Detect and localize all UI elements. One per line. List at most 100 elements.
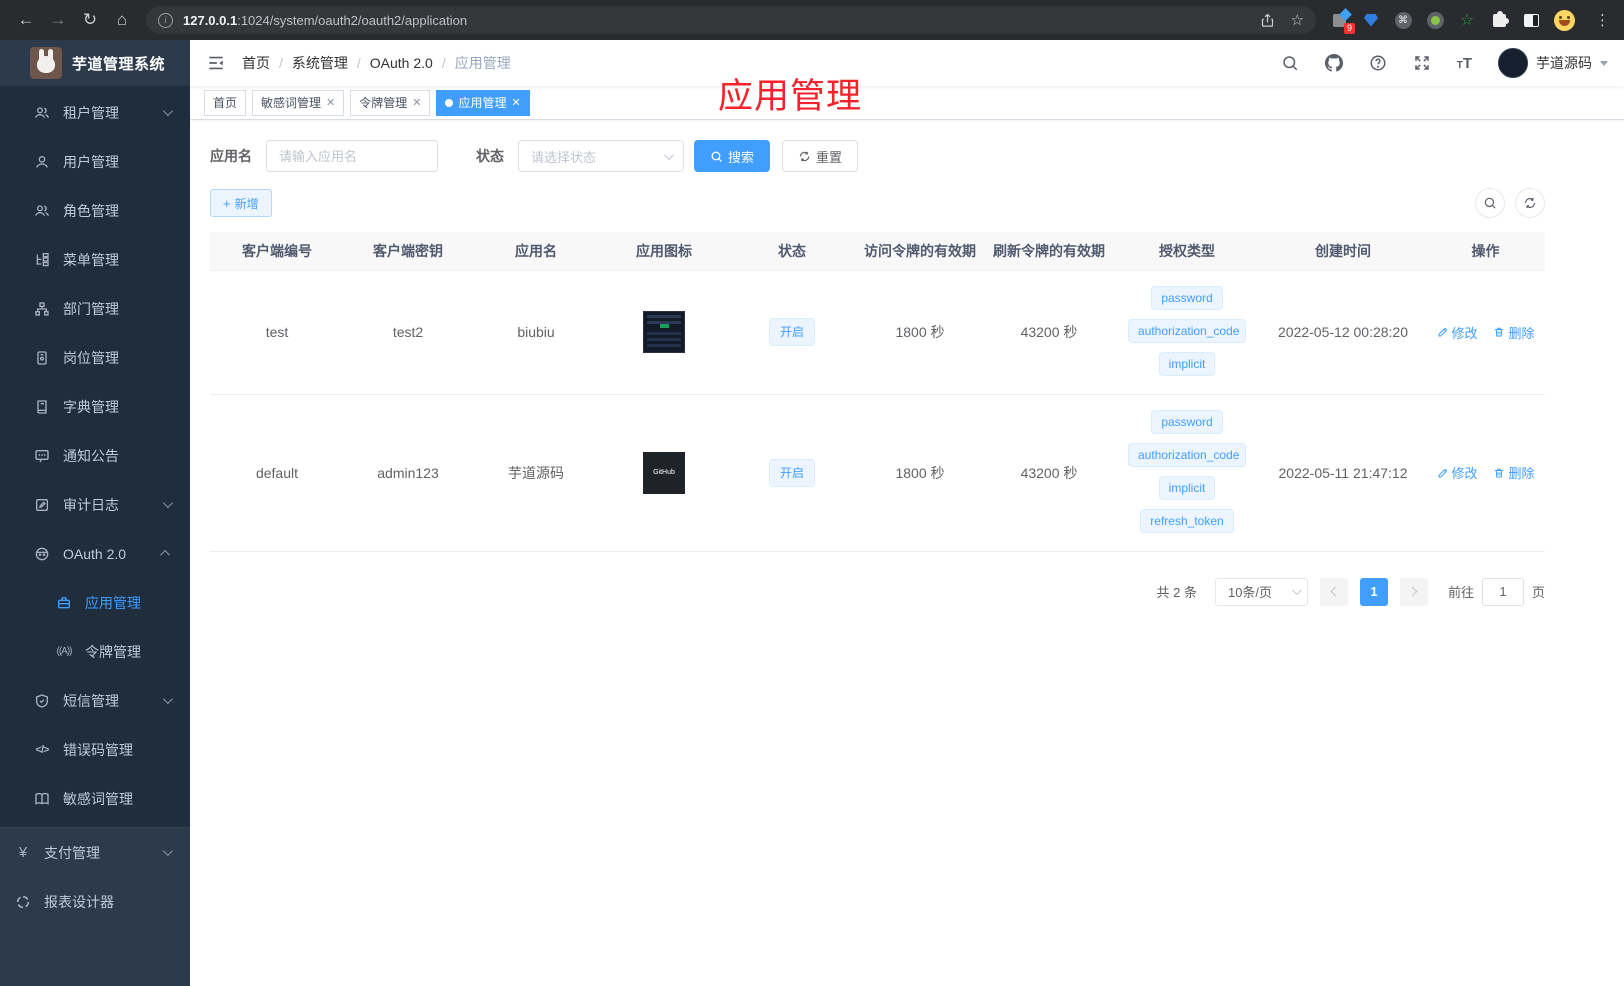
- help-icon[interactable]: [1369, 54, 1387, 72]
- delete-button[interactable]: 删除: [1493, 323, 1534, 342]
- goto-page-input[interactable]: [1481, 577, 1524, 606]
- browser-menu-icon[interactable]: ⋮: [1595, 11, 1610, 29]
- chevron-down-icon: [1291, 585, 1302, 596]
- fullscreen-icon[interactable]: [1413, 54, 1431, 72]
- tab-home[interactable]: 首页: [204, 89, 247, 116]
- close-icon[interactable]: ✕: [512, 96, 521, 109]
- url-path: :1024/system/oauth2/oauth2/application: [237, 12, 468, 28]
- sidebar-item-notice[interactable]: 通知公告: [0, 431, 190, 480]
- address-bar[interactable]: i 127.0.0.1 :1024/system/oauth2/oauth2/a…: [146, 6, 1316, 34]
- browser-reload-button[interactable]: ↻: [74, 4, 106, 36]
- sidebar-item-post[interactable]: 岗位管理: [0, 333, 190, 382]
- tab-application[interactable]: 应用管理 ✕: [436, 89, 530, 116]
- add-button[interactable]: + 新增: [210, 189, 272, 217]
- user-avatar: [1498, 48, 1528, 78]
- app-logo[interactable]: 芋道管理系统: [0, 40, 190, 86]
- search-button[interactable]: 搜索: [694, 140, 771, 172]
- chevron-down-icon: [162, 846, 173, 857]
- grant-tag: refresh_token: [1140, 508, 1234, 533]
- filter-form: 应用名 状态 请选择状态 搜索 重置: [210, 140, 1545, 172]
- tab-token[interactable]: 令牌管理 ✕: [350, 89, 431, 116]
- site-info-icon[interactable]: i: [158, 12, 173, 28]
- prev-page-button[interactable]: [1319, 577, 1348, 606]
- extensions-puzzle-icon[interactable]: [1490, 10, 1509, 29]
- table-row: test test2 biubiu 开启 1800 秒 43200 秒 pass…: [210, 270, 1545, 395]
- header-search-icon[interactable]: [1281, 54, 1299, 72]
- browser-forward-button[interactable]: →: [42, 4, 74, 36]
- logo-rabbit-image: [30, 47, 62, 79]
- sidebar-item-sensitive-word[interactable]: 敏感词管理: [0, 774, 190, 823]
- page-content: 应用名 状态 请选择状态 搜索 重置: [190, 120, 1624, 986]
- status-label: 状态: [476, 148, 504, 164]
- sidebar-item-oauth-application[interactable]: 应用管理: [0, 578, 190, 627]
- breadcrumb-system[interactable]: 系统管理: [292, 53, 348, 73]
- extension-record-icon[interactable]: [1426, 11, 1444, 29]
- next-page-button[interactable]: [1399, 577, 1428, 606]
- sidebar-item-role[interactable]: 角色管理: [0, 186, 190, 235]
- sidebar-item-oauth[interactable]: OAuth 2.0: [0, 529, 190, 578]
- bookmark-star-icon[interactable]: ☆: [1291, 11, 1304, 29]
- browser-home-button[interactable]: ⌂: [106, 4, 138, 36]
- refresh-icon: [1525, 198, 1535, 208]
- trash-icon: [1495, 468, 1504, 477]
- breadcrumb-home[interactable]: 首页: [242, 53, 270, 73]
- sidebar-item-oauth-token[interactable]: ((A)) 令牌管理: [0, 627, 190, 676]
- org-tree-icon: [33, 301, 51, 317]
- share-icon[interactable]: [1260, 13, 1275, 28]
- collapse-sidebar-icon[interactable]: [206, 53, 226, 73]
- delete-button[interactable]: 删除: [1493, 463, 1534, 482]
- browser-back-button[interactable]: ←: [10, 4, 42, 36]
- pay-yen-icon: ¥: [18, 844, 28, 861]
- extension-star-icon[interactable]: ☆: [1458, 11, 1476, 29]
- toggle-search-button[interactable]: [1475, 188, 1505, 218]
- github-icon[interactable]: [1324, 54, 1343, 72]
- side-panel-icon[interactable]: [1522, 11, 1540, 29]
- sidebar-item-pay[interactable]: ¥ 支付管理: [0, 828, 190, 877]
- col-client-id: 客户端编号: [210, 232, 344, 271]
- edit-button[interactable]: 修改: [1437, 323, 1478, 342]
- chevron-down-icon: [162, 106, 173, 117]
- app-briefcase-icon: [55, 595, 73, 611]
- close-icon[interactable]: ✕: [326, 96, 335, 109]
- page-size-select[interactable]: 10条/页: [1214, 577, 1308, 606]
- plus-icon: +: [223, 195, 231, 211]
- app-title: 芋道管理系统: [72, 55, 166, 73]
- close-icon[interactable]: ✕: [412, 96, 421, 109]
- sidebar-item-dict[interactable]: 字典管理: [0, 382, 190, 431]
- extension-gem-icon[interactable]: [1362, 11, 1380, 29]
- report-designer-icon: [14, 894, 32, 910]
- sidebar-item-user[interactable]: 用户管理: [0, 137, 190, 186]
- font-size-icon[interactable]: TT: [1457, 55, 1472, 72]
- chevron-down-icon: [162, 498, 173, 509]
- sidebar-item-menu[interactable]: 菜单管理: [0, 235, 190, 284]
- sidebar-item-error-code[interactable]: </> 错误码管理: [0, 725, 190, 774]
- tab-sensitive-word[interactable]: 敏感词管理 ✕: [252, 89, 345, 116]
- chevron-down-icon: [162, 694, 173, 705]
- extensions-row: 9 ⌘ ☆ ⋮: [1330, 9, 1610, 34]
- reset-button[interactable]: 重置: [782, 140, 859, 172]
- edit-button[interactable]: 修改: [1437, 463, 1478, 482]
- app-name-input[interactable]: [266, 140, 438, 172]
- token-icon: ((A)): [56, 646, 73, 657]
- users-icon: [33, 105, 51, 121]
- breadcrumb-oauth[interactable]: OAuth 2.0: [370, 55, 433, 71]
- status-badge: 开启: [768, 318, 815, 346]
- page-number-1[interactable]: 1: [1359, 577, 1388, 606]
- user-name: 芋道源码: [1536, 55, 1592, 71]
- role-users-icon: [33, 203, 51, 219]
- sidebar-item-report-designer[interactable]: 报表设计器: [0, 877, 190, 926]
- user-menu[interactable]: 芋道源码: [1498, 48, 1608, 78]
- extension-command-icon[interactable]: ⌘: [1394, 11, 1412, 29]
- sidebar-item-dept[interactable]: 部门管理: [0, 284, 190, 333]
- sidebar-item-sms[interactable]: 短信管理: [0, 676, 190, 725]
- extension-grid-icon[interactable]: 9: [1330, 11, 1355, 34]
- grant-tag: authorization_code: [1128, 318, 1246, 343]
- status-select[interactable]: 请选择状态: [518, 140, 684, 172]
- browser-profile-avatar[interactable]: [1554, 9, 1575, 31]
- sidebar-item-audit-log[interactable]: 审计日志: [0, 480, 190, 529]
- breadcrumb: 首页 / 系统管理 / OAuth 2.0 / 应用管理: [242, 53, 511, 73]
- app-icon-image: [643, 311, 685, 353]
- sidebar-item-tenant[interactable]: 租户管理: [0, 88, 190, 137]
- refresh-table-button[interactable]: [1515, 188, 1545, 218]
- browser-toolbar: ← → ↻ ⌂ i 127.0.0.1 :1024/system/oauth2/…: [0, 0, 1624, 40]
